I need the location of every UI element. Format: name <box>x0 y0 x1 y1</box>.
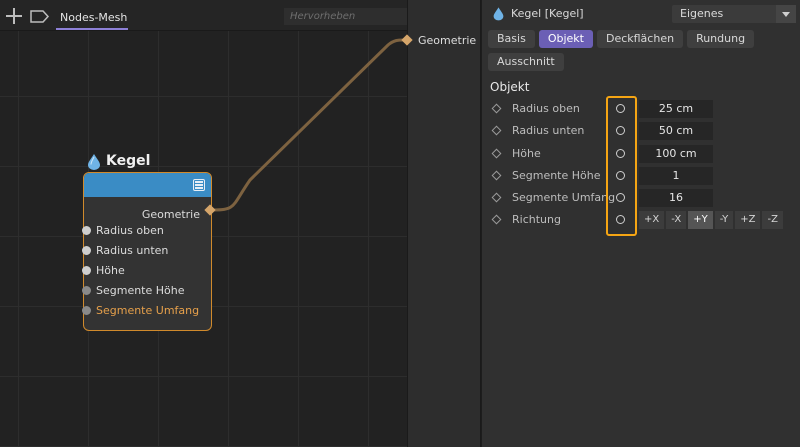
keyframe-diamond-icon[interactable] <box>491 214 502 225</box>
tab-basis[interactable]: Basis <box>488 30 535 48</box>
input-label: Radius unten <box>96 243 169 257</box>
param-segmente-umfang: Segmente Umfang 16 <box>482 189 800 207</box>
input-label: Segmente Umfang <box>96 303 200 317</box>
direction-button-group: +X -X +Y -Y +Z -Z <box>639 211 783 229</box>
tab-deckflaechen[interactable]: Deckflächen <box>596 30 684 48</box>
attribute-tabs-row-1: Basis Objekt Deckflächen Rundung <box>488 30 798 48</box>
node-title-label: Kegel <box>106 153 151 169</box>
direction-minus-y-button[interactable]: -Y <box>714 211 734 229</box>
attribute-tabs-row-2: Ausschnitt <box>488 53 798 71</box>
keyframe-diamond-icon[interactable] <box>491 103 502 114</box>
param-hoehe: Höhe 100 cm <box>482 145 800 163</box>
node-editor-canvas[interactable]: Nodes-Mesh Kegel Geometrie Radius oben R… <box>0 0 407 447</box>
input-port-dot[interactable] <box>82 245 91 255</box>
param-value-field[interactable]: 25 cm <box>639 100 713 118</box>
object-title-label: Kegel [Kegel] <box>511 7 584 20</box>
input-label: Höhe <box>96 263 125 277</box>
port-column-highlight <box>606 96 637 236</box>
direction-minus-x-button[interactable]: -X <box>666 211 687 229</box>
chevron-down-icon[interactable] <box>776 5 796 23</box>
tab-rundung[interactable]: Rundung <box>687 30 755 48</box>
param-label: Radius unten <box>512 124 585 137</box>
node-input-segmente-hoehe[interactable]: Segmente Höhe <box>82 283 185 297</box>
param-segmente-hoehe: Segmente Höhe 1 <box>482 167 800 185</box>
node-title[interactable]: Kegel <box>86 152 150 170</box>
node-header[interactable] <box>84 173 211 197</box>
attribute-manager: Kegel [Kegel] Eigenes Basis Objekt Deckf… <box>482 0 800 447</box>
param-label: Segmente Umfang <box>512 191 616 204</box>
input-port-dot[interactable] <box>82 225 91 235</box>
tab-objekt[interactable]: Objekt <box>538 30 593 48</box>
node-input-radius-unten[interactable]: Radius unten <box>82 243 168 257</box>
output-strip <box>407 0 481 447</box>
node-output-label: Geometrie <box>141 208 200 221</box>
param-label: Segmente Höhe <box>512 169 601 182</box>
param-label: Richtung <box>512 213 561 226</box>
keyframe-diamond-icon[interactable] <box>491 170 502 181</box>
node-input-hoehe[interactable]: Höhe <box>82 263 125 277</box>
input-label: Segmente Höhe <box>96 283 185 297</box>
param-radius-oben: Radius oben 25 cm <box>482 100 800 118</box>
geometry-output-label: Geometrie <box>418 34 477 47</box>
cone-drop-icon <box>493 7 504 21</box>
attribute-header: Kegel [Kegel] Eigenes <box>482 0 800 28</box>
keyframe-diamond-icon[interactable] <box>491 125 502 136</box>
mode-dropdown-value: Eigenes <box>680 7 724 20</box>
input-port-dot[interactable] <box>82 285 91 295</box>
direction-plus-x-button[interactable]: +X <box>639 211 665 229</box>
param-label: Höhe <box>512 147 541 160</box>
section-title: Objekt <box>490 80 530 94</box>
mode-dropdown[interactable]: Eigenes <box>672 5 796 23</box>
node-menu-icon[interactable] <box>193 179 205 191</box>
input-port-dot[interactable] <box>82 265 91 275</box>
param-value-field[interactable]: 50 cm <box>639 122 713 140</box>
param-value-field[interactable]: 16 <box>639 189 713 207</box>
keyframe-diamond-icon[interactable] <box>491 148 502 159</box>
param-label: Radius oben <box>512 102 580 115</box>
keyframe-diamond-icon[interactable] <box>491 192 502 203</box>
direction-plus-z-button[interactable]: +Z <box>735 211 761 229</box>
direction-plus-y-button[interactable]: +Y <box>688 211 713 229</box>
tab-ausschnitt[interactable]: Ausschnitt <box>488 53 564 71</box>
param-richtung: Richtung +X -X +Y -Y +Z -Z <box>482 211 800 229</box>
param-value-field[interactable]: 100 cm <box>639 145 713 163</box>
param-radius-unten: Radius unten 50 cm <box>482 122 800 140</box>
cone-drop-icon <box>88 153 100 170</box>
input-label: Radius oben <box>96 223 164 237</box>
object-title: Kegel [Kegel] <box>492 6 584 21</box>
param-value-field[interactable]: 1 <box>639 167 713 185</box>
node-input-radius-oben[interactable]: Radius oben <box>82 223 164 237</box>
node-input-segmente-umfang[interactable]: Segmente Umfang <box>82 303 199 317</box>
input-port-dot[interactable] <box>82 305 91 315</box>
direction-minus-z-button[interactable]: -Z <box>762 211 783 229</box>
